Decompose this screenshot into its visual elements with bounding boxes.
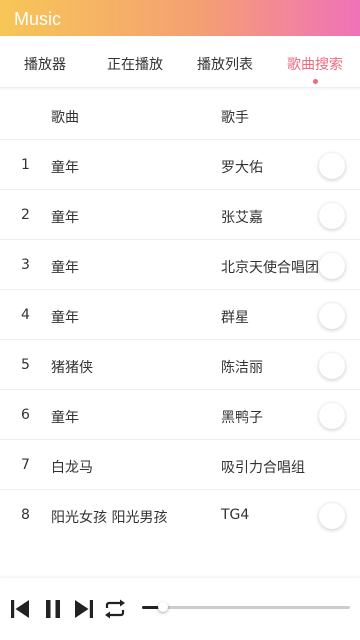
song-title: 童年 xyxy=(51,310,79,326)
table-row[interactable]: 7 白龙马 吸引力合唱组 xyxy=(0,440,360,490)
artist-name: 罗大佑 xyxy=(221,160,263,176)
row-number: 7 xyxy=(21,457,30,473)
active-tab-indicator xyxy=(313,79,318,84)
table-row[interactable]: 8 阳光女孩 阳光男孩 TG4 xyxy=(0,490,360,540)
progress-thumb[interactable] xyxy=(157,602,168,612)
artist-name: 陈洁丽 xyxy=(221,360,263,376)
song-title: 阳光女孩 阳光男孩 xyxy=(51,510,168,526)
app-title: Music xyxy=(14,9,62,29)
pause-icon[interactable] xyxy=(41,597,65,621)
table-row[interactable]: 1 童年 罗大佑 xyxy=(0,140,360,190)
row-select-toggle[interactable] xyxy=(319,503,345,529)
row-number: 4 xyxy=(21,307,30,323)
table-row[interactable]: 3 童年 北京天使合唱团 xyxy=(0,240,360,290)
tab-player[interactable]: 播放器 xyxy=(0,54,90,74)
app-bar: Music xyxy=(0,0,360,36)
song-title: 童年 xyxy=(51,210,79,226)
song-title: 猪猪侠 xyxy=(51,360,93,376)
row-select-toggle[interactable] xyxy=(319,253,345,279)
table-row[interactable]: 6 童年 黑鸭子 xyxy=(0,390,360,440)
skip-previous-icon[interactable] xyxy=(8,597,32,621)
artist-name: TG4 xyxy=(221,507,250,523)
row-number: 3 xyxy=(21,257,30,273)
artist-name: 北京天使合唱团 xyxy=(221,260,319,276)
row-number: 5 xyxy=(21,357,30,373)
table-header-row: 歌曲 歌手 xyxy=(0,90,360,140)
row-select-toggle[interactable] xyxy=(319,303,345,329)
song-title: 白龙马 xyxy=(51,460,93,476)
skip-next-icon[interactable] xyxy=(72,597,96,621)
header-song: 歌曲 xyxy=(51,110,79,126)
tab-playlist[interactable]: 播放列表 xyxy=(180,54,270,74)
artist-name: 黑鸭子 xyxy=(221,410,263,426)
tab-song-search[interactable]: 歌曲搜索 xyxy=(270,54,360,74)
row-number: 8 xyxy=(21,507,30,523)
row-number: 1 xyxy=(21,157,30,173)
row-number: 2 xyxy=(21,207,30,223)
artist-name: 吸引力合唱组 xyxy=(221,460,305,476)
progress-slider[interactable] xyxy=(142,602,350,612)
row-select-toggle[interactable] xyxy=(319,203,345,229)
header-artist: 歌手 xyxy=(221,110,249,126)
repeat-icon[interactable] xyxy=(103,597,127,621)
row-select-toggle[interactable] xyxy=(319,403,345,429)
table-row[interactable]: 5 猪猪侠 陈洁丽 xyxy=(0,340,360,390)
table-row[interactable]: 2 童年 张艾嘉 xyxy=(0,190,360,240)
song-table: 歌曲 歌手 1 童年 罗大佑 2 童年 张艾嘉 3 童年 北京天使合唱团 4 童… xyxy=(0,90,360,540)
tab-bar: 播放器 正在播放 播放列表 歌曲搜索 xyxy=(0,36,360,88)
song-title: 童年 xyxy=(51,260,79,276)
artist-name: 群星 xyxy=(221,310,249,326)
row-select-toggle[interactable] xyxy=(319,153,345,179)
playback-bar xyxy=(0,578,360,640)
artist-name: 张艾嘉 xyxy=(221,210,263,226)
song-title: 童年 xyxy=(51,410,79,426)
row-number: 6 xyxy=(21,407,30,423)
tab-now-playing[interactable]: 正在播放 xyxy=(90,54,180,74)
song-title: 童年 xyxy=(51,160,79,176)
row-select-toggle[interactable] xyxy=(319,353,345,379)
table-row[interactable]: 4 童年 群星 xyxy=(0,290,360,340)
